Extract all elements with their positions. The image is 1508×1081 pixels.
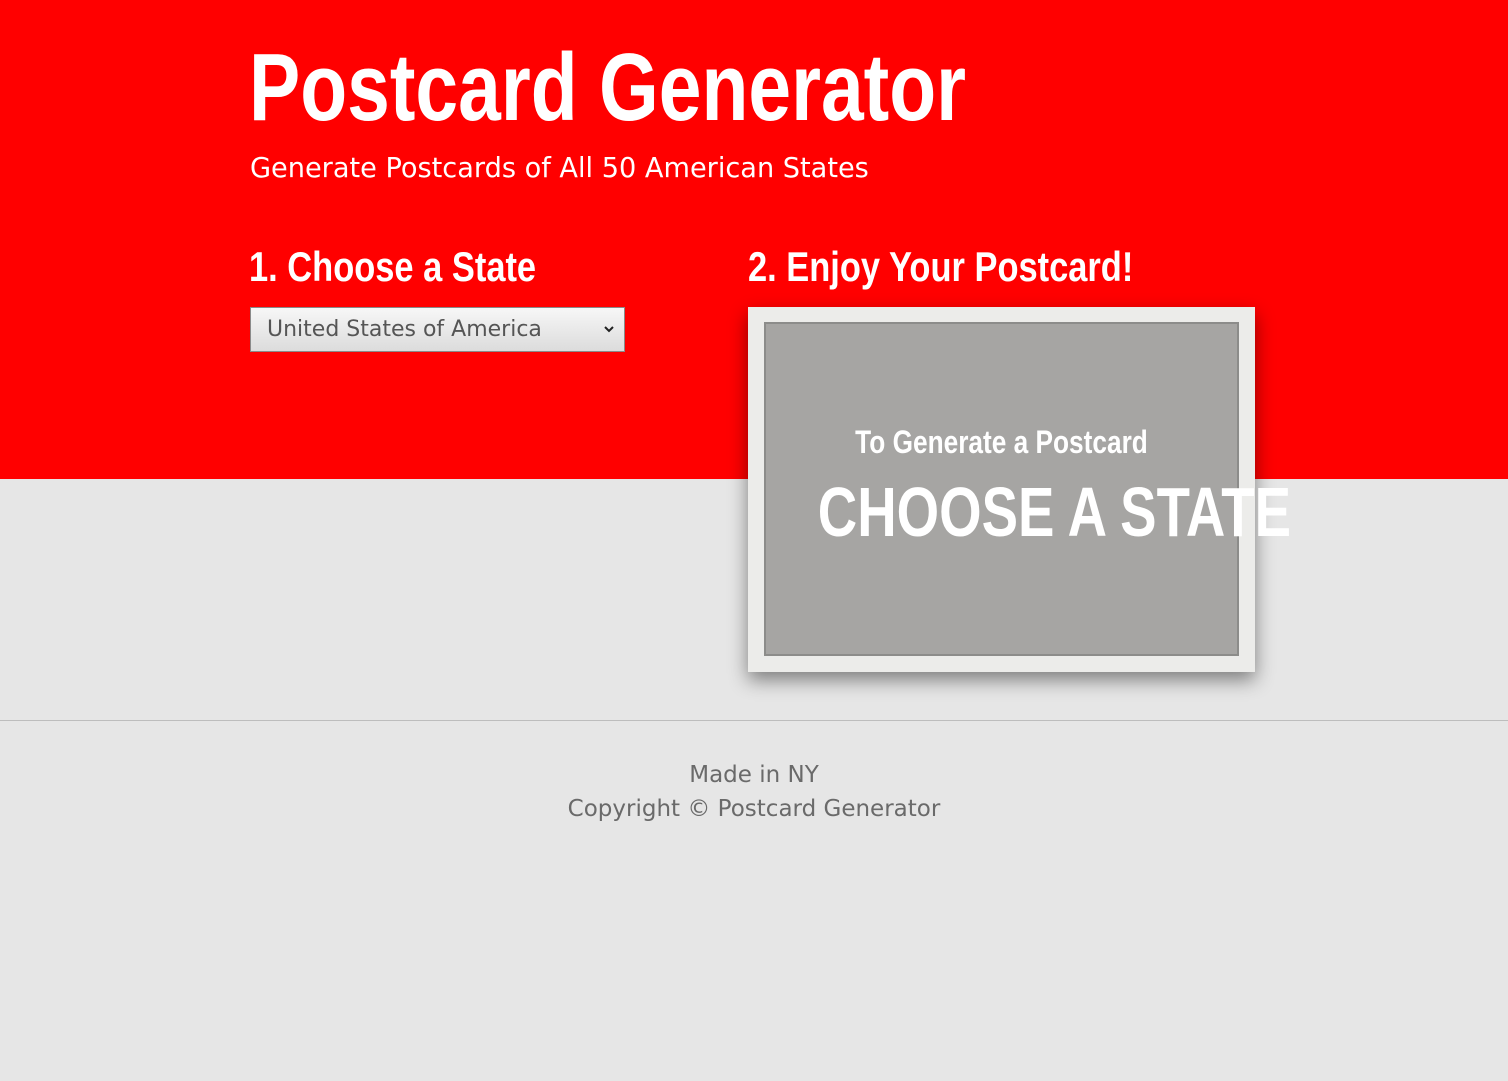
footer-divider [0, 720, 1508, 721]
chevron-down-icon [604, 326, 614, 333]
footer-copyright: Copyright © Postcard Generator [567, 796, 941, 822]
site-subtitle: Generate Postcards of All 50 American St… [250, 151, 869, 184]
postcard-face: To Generate a Postcard CHOOSE A STATE [764, 322, 1292, 656]
state-select-value: United States of America [267, 317, 542, 342]
step-enjoy-postcard-heading: 2. Enjoy Your Postcard! [748, 243, 1134, 290]
footer-made-in: Made in NY [689, 762, 819, 788]
postcard-instruction: To Generate a Postcard [855, 424, 1148, 460]
step-choose-state-heading: 1. Choose a State [249, 243, 537, 290]
postcard-call-to-action: CHOOSE A STATE [817, 473, 1292, 551]
site-title: Postcard Generator [249, 34, 967, 141]
postcard-preview: To Generate a Postcard CHOOSE A STATE [748, 307, 1292, 672]
state-select[interactable]: United States of America [250, 307, 625, 352]
